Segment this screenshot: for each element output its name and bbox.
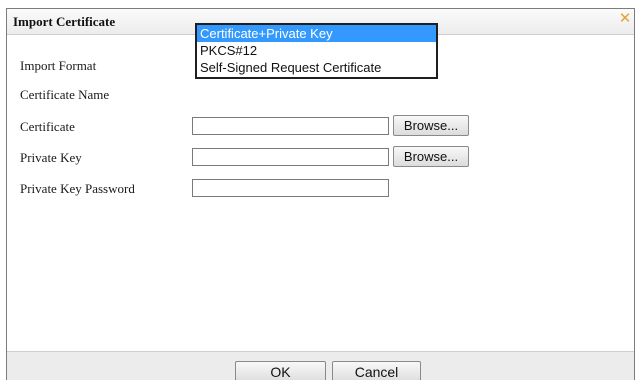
cancel-button[interactable]: Cancel bbox=[332, 361, 421, 380]
dialog-footer: OK Cancel bbox=[7, 351, 634, 380]
private-key-password-label: Private Key Password bbox=[20, 181, 135, 196]
private-key-browse-button[interactable]: Browse... bbox=[393, 146, 469, 167]
import-format-option-certificate-private-key[interactable]: Certificate+Private Key bbox=[197, 25, 436, 42]
private-key-file-input[interactable] bbox=[192, 148, 389, 166]
import-format-label: Import Format bbox=[20, 58, 97, 73]
import-format-option-pkcs12[interactable]: PKCS#12 bbox=[197, 42, 436, 59]
private-key-label: Private Key bbox=[20, 150, 82, 165]
certificate-browse-button[interactable]: Browse... bbox=[393, 115, 469, 136]
import-format-dropdown-list[interactable]: Certificate+Private Key PKCS#12 Self-Sig… bbox=[195, 23, 438, 79]
import-certificate-dialog: Import Certificate ✕ Import Format Certi… bbox=[6, 8, 635, 380]
ok-button[interactable]: OK bbox=[235, 361, 326, 380]
certificate-file-input[interactable] bbox=[192, 117, 389, 135]
private-key-password-field[interactable] bbox=[192, 179, 389, 197]
close-icon[interactable]: ✕ bbox=[617, 10, 633, 26]
import-format-option-self-signed-request[interactable]: Self-Signed Request Certificate bbox=[197, 59, 436, 76]
dialog-title: Import Certificate bbox=[13, 14, 116, 29]
certificate-label: Certificate bbox=[20, 119, 75, 134]
certificate-name-label: Certificate Name bbox=[20, 87, 110, 102]
